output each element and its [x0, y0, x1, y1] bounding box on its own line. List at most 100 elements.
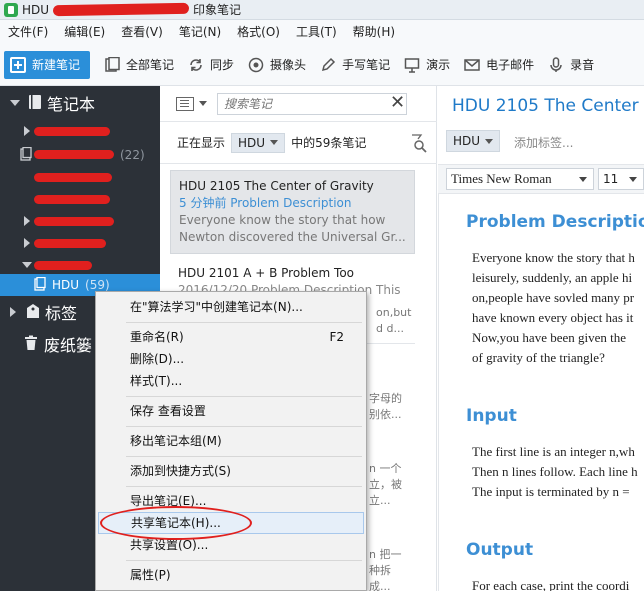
camera-label: 摄像头	[270, 58, 307, 72]
menu-tools[interactable]: 工具(T)	[288, 20, 345, 44]
body-text: Then n lines follow. Each line h	[472, 464, 638, 479]
menu-item-label: 移出笔记本组(M)	[130, 434, 222, 448]
expand-icon[interactable]	[24, 216, 30, 226]
sync-label: 同步	[210, 58, 235, 72]
microphone-icon	[548, 56, 564, 73]
sidebar-item-redacted-4[interactable]	[0, 232, 160, 254]
note-snippet: Newton discovered the Universal Gr...	[179, 230, 406, 244]
sidebar-item-android[interactable]	[0, 120, 160, 142]
menu-remove-from-stack[interactable]: 移出笔记本组(M)	[98, 430, 364, 452]
note-card-selected[interactable]: HDU 2105 The Center of Gravity 5 分钟前 Pro…	[170, 170, 415, 254]
notebook-filter-chip[interactable]: HDU	[231, 132, 286, 153]
sync-icon	[188, 57, 204, 73]
camera-button[interactable]: 摄像头	[248, 56, 306, 73]
toolbar: 新建笔记 全部笔记 同步 摄像头 手写笔记 演示 电子邮件 录音	[0, 44, 644, 86]
chevron-down-icon	[579, 177, 587, 182]
editor-notebook-label: HDU	[453, 134, 481, 148]
notebook-icon	[28, 94, 42, 113]
handwriting-label: 手写笔记	[342, 58, 391, 72]
trash-icon	[24, 335, 38, 354]
redaction-mark	[34, 195, 110, 204]
camera-icon	[248, 57, 264, 73]
sidebar-trash-label: 废纸篓	[44, 336, 93, 355]
body-text: leisurely, suddenly, an apple hi	[472, 270, 633, 285]
menu-note[interactable]: 笔记(N)	[171, 20, 229, 44]
notebook-stack-icon	[20, 146, 32, 164]
email-button[interactable]: 电子邮件	[464, 56, 534, 73]
collapse-icon[interactable]	[10, 100, 20, 106]
note-list-search-bar: ✕	[160, 86, 437, 122]
body-text: The first line is an integer n,wh	[472, 444, 635, 459]
note-body[interactable]: Problem Description Everyone know the st…	[438, 194, 644, 591]
menu-file[interactable]: 文件(F)	[0, 20, 56, 44]
new-note-button[interactable]: 新建笔记	[4, 50, 91, 79]
menu-rename[interactable]: 重命名(R) F2	[98, 326, 364, 348]
snippet-fragment: 别依...	[369, 408, 402, 421]
sidebar-item-redacted-2[interactable]	[0, 188, 160, 210]
sidebar-notebooks-header[interactable]: 笔记本	[0, 92, 160, 114]
body-text: Everyone know the story that h	[472, 250, 635, 265]
snippet-fragment: 立...	[369, 494, 391, 507]
menu-view[interactable]: 查看(V)	[113, 20, 171, 44]
evernote-logo-icon	[4, 2, 18, 17]
menu-create-notebook[interactable]: 在"算法学习"中创建笔记本(N)...	[98, 296, 364, 318]
title-bar: HDU 印象笔记	[0, 0, 644, 20]
sidebar-item-linux[interactable]: (22)	[0, 144, 160, 166]
close-icon[interactable]: ✕	[390, 94, 405, 112]
sync-button[interactable]: 同步	[188, 56, 234, 73]
font-size-value: 11	[603, 172, 619, 186]
audio-button[interactable]: 录音	[548, 56, 594, 73]
filter-search-icon[interactable]	[410, 133, 428, 153]
menu-save-view-settings[interactable]: 保存 查看设置	[98, 400, 364, 422]
email-label: 电子邮件	[486, 58, 535, 72]
menu-item-label: 添加到快捷方式(S)	[130, 464, 231, 478]
annotation-oval	[100, 506, 252, 540]
window-title-left: HDU	[22, 2, 50, 17]
font-family-select[interactable]: Times New Roman	[446, 168, 594, 190]
add-tag-field[interactable]: 添加标签...	[514, 134, 573, 151]
sidebar-linux-count: (22)	[120, 148, 145, 162]
menu-item-label: 保存 查看设置	[130, 404, 206, 418]
sidebar-item-redacted-3[interactable]	[0, 210, 160, 232]
menu-item-label: 在"算法学习"中创建笔记本(N)...	[130, 300, 303, 314]
handwriting-button[interactable]: 手写笔记	[320, 56, 390, 73]
snippet-fragment: n 一个	[369, 462, 402, 475]
window-title-right: 印象笔记	[193, 3, 242, 17]
context-menu: 在"算法学习"中创建笔记本(N)... 重命名(R) F2 删除(D)... 样…	[95, 291, 367, 591]
note-meta: 5 分钟前 Problem Description	[179, 196, 352, 210]
editor-notebook-chip[interactable]: HDU	[446, 130, 501, 152]
all-notes-button[interactable]: 全部笔记	[104, 56, 174, 73]
body-text: The input is terminated by n =	[472, 484, 630, 499]
expand-icon[interactable]	[24, 126, 30, 136]
menu-help[interactable]: 帮助(H)	[345, 20, 403, 44]
menu-edit[interactable]: 编辑(E)	[56, 20, 113, 44]
note-editor: HDU 2105 The Center of HDU 添加标签... Times…	[438, 86, 644, 591]
redaction-mark	[34, 239, 106, 248]
snippet-fragment: 成...	[369, 580, 391, 591]
audio-label: 录音	[570, 58, 595, 72]
font-size-select[interactable]: 11	[598, 168, 644, 190]
pen-icon	[320, 57, 336, 73]
note-count-label: 中的59条笔记	[291, 136, 367, 150]
expand-icon[interactable]	[24, 238, 30, 248]
section-heading: Output	[466, 540, 534, 560]
font-family-value: Times New Roman	[451, 171, 552, 186]
presentation-button[interactable]: 演示	[404, 56, 450, 73]
list-view-icon[interactable]	[176, 96, 194, 111]
menu-add-shortcut[interactable]: 添加到快捷方式(S)	[98, 460, 364, 482]
menu-separator	[126, 456, 362, 457]
menu-format[interactable]: 格式(O)	[229, 20, 288, 44]
sidebar-item-redacted-1[interactable]	[0, 166, 160, 188]
menu-style[interactable]: 样式(T)...	[98, 370, 364, 392]
chevron-down-icon[interactable]	[199, 101, 207, 106]
body-text: of gravity of the triangle?	[472, 350, 605, 365]
expand-icon[interactable]	[10, 307, 16, 317]
all-notes-label: 全部笔记	[126, 58, 175, 72]
sidebar-item-algorithm-study[interactable]	[0, 254, 160, 276]
redaction-mark	[34, 150, 114, 159]
menu-delete[interactable]: 删除(D)...	[98, 348, 364, 370]
note-title-field[interactable]: HDU 2105 The Center of	[452, 96, 644, 116]
collapse-icon[interactable]	[22, 262, 32, 268]
search-input[interactable]	[217, 92, 407, 115]
menu-properties[interactable]: 属性(P)	[98, 564, 364, 586]
